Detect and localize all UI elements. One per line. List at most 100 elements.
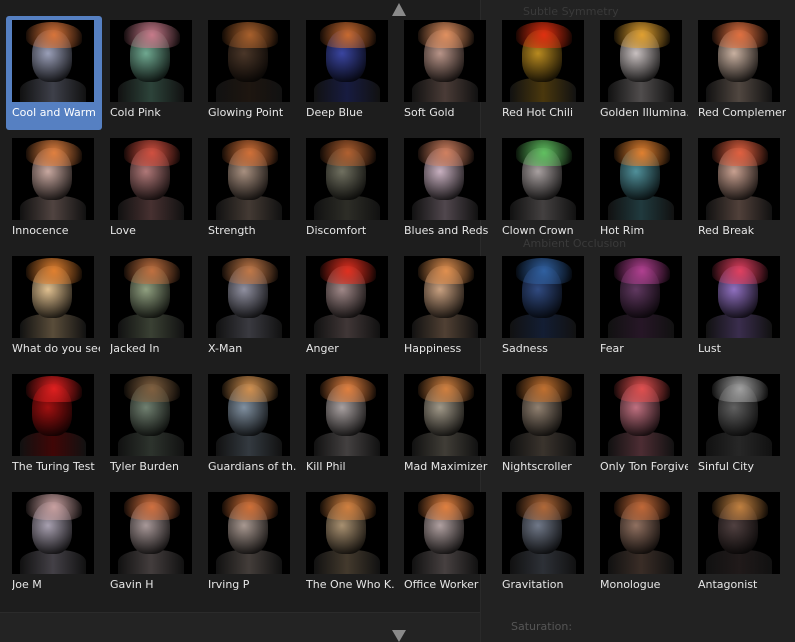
preset-thumbnail — [698, 374, 780, 456]
preset-item[interactable]: Hot Rim — [594, 134, 690, 248]
preset-item[interactable]: Antagonist — [692, 488, 788, 602]
preset-label: Cold Pink — [110, 106, 161, 119]
preset-thumbnail — [110, 374, 192, 456]
preset-item[interactable]: Anger — [300, 252, 396, 366]
preset-label: Hot Rim — [600, 224, 645, 237]
preset-label: Mad Maximizer — [404, 460, 488, 473]
preset-thumbnail — [698, 256, 780, 338]
preset-label: Soft Gold — [404, 106, 455, 119]
preset-item[interactable]: Red Hot Chili — [496, 16, 592, 130]
preset-item[interactable]: Discomfort — [300, 134, 396, 248]
preset-item[interactable]: Monologue — [594, 488, 690, 602]
figure-hair — [222, 494, 278, 520]
preset-item[interactable]: Nightscroller — [496, 370, 592, 484]
preset-item[interactable]: What do you see — [6, 252, 102, 366]
preset-thumbnail — [306, 20, 388, 102]
figure-hair — [124, 376, 180, 402]
preset-item[interactable]: Tyler Burden — [104, 370, 200, 484]
preset-item[interactable]: Cool and Warm — [6, 16, 102, 130]
figure-hair — [614, 494, 670, 520]
preset-item[interactable]: Red Complement — [692, 16, 788, 130]
figure-hair — [614, 376, 670, 402]
figure-hair — [418, 258, 474, 284]
preset-label: The One Who K... — [306, 578, 394, 591]
figure-hair — [516, 22, 572, 48]
figure-hair — [418, 376, 474, 402]
preset-item[interactable]: Joe M — [6, 488, 102, 602]
preset-item[interactable]: Fear — [594, 252, 690, 366]
preset-item[interactable]: Blues and Reds — [398, 134, 494, 248]
preset-item[interactable]: Guardians of th... — [202, 370, 298, 484]
preset-item[interactable]: Gravitation — [496, 488, 592, 602]
preset-item[interactable]: Love — [104, 134, 200, 248]
preset-item[interactable]: X-Man — [202, 252, 298, 366]
preset-item[interactable]: Cold Pink — [104, 16, 200, 130]
preset-item[interactable]: Clown Crown — [496, 134, 592, 248]
preset-label: Kill Phil — [306, 460, 346, 473]
preset-thumbnail — [502, 374, 584, 456]
preset-label: Irving P — [208, 578, 250, 591]
preset-label: Gavin H — [110, 578, 154, 591]
preset-item[interactable]: Innocence — [6, 134, 102, 248]
preset-item[interactable]: Kill Phil — [300, 370, 396, 484]
scroll-down-arrow-icon[interactable] — [392, 630, 406, 642]
preset-item[interactable]: Mad Maximizer — [398, 370, 494, 484]
figure-hair — [712, 258, 768, 284]
figure-hair — [712, 494, 768, 520]
preset-item[interactable]: Deep Blue — [300, 16, 396, 130]
preset-label: Discomfort — [306, 224, 367, 237]
preset-item[interactable]: Strength — [202, 134, 298, 248]
preset-label: Love — [110, 224, 136, 237]
preset-thumbnail — [110, 492, 192, 574]
preset-label: Happiness — [404, 342, 462, 355]
figure-hair — [320, 140, 376, 166]
preset-label: Innocence — [12, 224, 69, 237]
preset-item[interactable]: Soft Gold — [398, 16, 494, 130]
preset-label: Red Break — [698, 224, 755, 237]
preset-label: Only Ton Forgives — [600, 460, 688, 473]
figure-hair — [26, 258, 82, 284]
preset-item[interactable]: Irving P — [202, 488, 298, 602]
preset-label: Fear — [600, 342, 624, 355]
preset-item[interactable]: Red Break — [692, 134, 788, 248]
preset-thumbnail — [404, 374, 486, 456]
preset-thumbnail — [110, 20, 192, 102]
preset-item[interactable]: Office Worker — [398, 488, 494, 602]
figure-hair — [320, 376, 376, 402]
preset-item[interactable]: Sadness — [496, 252, 592, 366]
preset-thumbnail — [404, 492, 486, 574]
preset-label: Strength — [208, 224, 256, 237]
preset-thumbnail — [12, 256, 94, 338]
preset-item[interactable]: Happiness — [398, 252, 494, 366]
preset-thumbnail — [110, 256, 192, 338]
preset-label: Red Hot Chili — [502, 106, 574, 119]
preset-label: Lust — [698, 342, 721, 355]
preset-item[interactable]: The One Who K... — [300, 488, 396, 602]
figure-hair — [124, 140, 180, 166]
preset-label: Cool and Warm — [12, 106, 96, 119]
preset-thumbnail — [208, 256, 290, 338]
figure-hair — [124, 258, 180, 284]
figure-hair — [26, 376, 82, 402]
preset-label: Sinful City — [698, 460, 754, 473]
preset-item[interactable]: Sinful City — [692, 370, 788, 484]
preset-item[interactable]: Jacked In — [104, 252, 200, 366]
scroll-up-arrow-icon[interactable] — [392, 3, 406, 16]
preset-thumbnail — [12, 374, 94, 456]
preset-label: Golden Illumina... — [600, 106, 688, 119]
preset-label: Office Worker — [404, 578, 479, 591]
preset-item[interactable]: Glowing Point — [202, 16, 298, 130]
preset-label: Blues and Reds — [404, 224, 489, 237]
preset-item[interactable]: The Turing Test — [6, 370, 102, 484]
preset-item[interactable]: Lust — [692, 252, 788, 366]
preset-label: What do you see — [12, 342, 100, 355]
figure-hair — [516, 258, 572, 284]
preset-thumbnail — [12, 20, 94, 102]
preset-item[interactable]: Golden Illumina... — [594, 16, 690, 130]
preset-thumbnail — [600, 374, 682, 456]
figure-hair — [320, 22, 376, 48]
preset-thumbnail — [600, 256, 682, 338]
preset-item[interactable]: Gavin H — [104, 488, 200, 602]
preset-item[interactable]: Only Ton Forgives — [594, 370, 690, 484]
preset-label: Joe M — [12, 578, 42, 591]
